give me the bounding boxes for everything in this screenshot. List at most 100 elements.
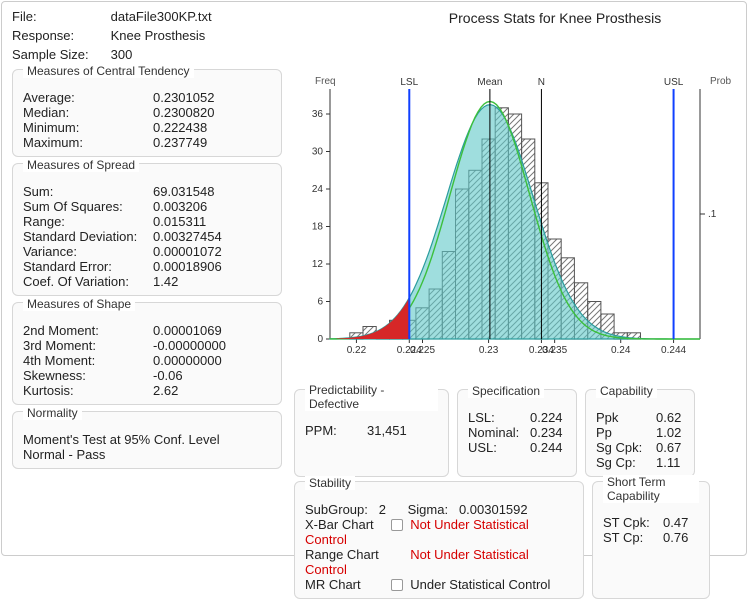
svg-text:6: 6 — [317, 296, 323, 307]
skew-label: Skewness: — [23, 368, 153, 383]
file-value: dataFile300KP.txt — [111, 9, 212, 24]
panel-title-stab: Stability — [305, 476, 355, 490]
svg-text:18: 18 — [312, 221, 324, 232]
svg-text:0.22: 0.22 — [347, 345, 367, 356]
usl-label: USL: — [468, 440, 530, 455]
sample-value: 300 — [111, 47, 133, 62]
m4-label: 4th Moment: — [23, 353, 153, 368]
svg-text:USL: USL — [664, 77, 684, 88]
normality-line1: Moment's Test at 95% Conf. Level — [23, 432, 271, 447]
panel-title-spec: Specification — [468, 384, 544, 398]
sigma-label: Sigma: — [408, 502, 448, 517]
median-label: Median: — [23, 105, 153, 120]
svg-text:0: 0 — [317, 334, 323, 345]
ppk-label: Ppk — [596, 410, 656, 425]
nom-label: Nominal: — [468, 425, 530, 440]
m2-value: 0.00001069 — [153, 323, 271, 338]
m2-label: 2nd Moment: — [23, 323, 153, 338]
max-value: 0.237749 — [153, 135, 271, 150]
panel-specification: Specification LSL:0.224 Nominal:0.234 US… — [457, 389, 577, 477]
kurt-value: 2.62 — [153, 383, 271, 398]
ppk-value: 0.62 — [656, 410, 684, 425]
axis-freq-label: Freq — [315, 76, 336, 87]
sumsq-label: Sum Of Squares: — [23, 199, 153, 214]
svg-text:0.225: 0.225 — [410, 345, 435, 356]
report-window: File: dataFile300KP.txt Response: Knee P… — [1, 1, 747, 556]
pp-value: 1.02 — [656, 425, 684, 440]
median-value: 0.2300820 — [153, 105, 271, 120]
xbar-checkbox[interactable] — [391, 519, 403, 531]
avg-value: 0.2301052 — [153, 90, 271, 105]
panel-central-tendency: Measures of Central Tendency Average:0.2… — [12, 69, 282, 157]
panel-title-stc: Short Term Capability — [603, 475, 699, 503]
panel-title-pred: Predictability - Defective — [305, 383, 438, 411]
m3-value: -0.00000000 — [153, 338, 271, 353]
var-label: Variance: — [23, 244, 153, 259]
panel-spread: Measures of Spread Sum:69.031548 Sum Of … — [12, 163, 282, 296]
response-value: Knee Prosthesis — [111, 28, 206, 43]
sgcpk-value: 0.67 — [656, 440, 684, 455]
sgcpk-label: Sg Cpk: — [596, 440, 656, 455]
skew-value: -0.06 — [153, 368, 271, 383]
stcp-label: ST Cp: — [603, 530, 663, 545]
panel-title-cap: Capability — [596, 384, 657, 398]
se-label: Standard Error: — [23, 259, 153, 274]
var-value: 0.00001072 — [153, 244, 271, 259]
stcpk-label: ST Cpk: — [603, 515, 663, 530]
svg-text:24: 24 — [312, 184, 324, 195]
nom-value: 0.234 — [530, 425, 566, 440]
panel-title-shape: Measures of Shape — [23, 297, 135, 311]
rangechart-label: Range Chart — [305, 547, 385, 562]
panel-title-normality: Normality — [23, 406, 82, 420]
m3-label: 3rd Moment: — [23, 338, 153, 353]
panel-stability: Stability SubGroup: 2 Sigma: 0.00301592 … — [294, 481, 584, 599]
sd-label: Standard Deviation: — [23, 229, 153, 244]
response-label: Response: — [12, 27, 107, 46]
se-value: 0.00018906 — [153, 259, 271, 274]
range-value: 0.015311 — [153, 214, 271, 229]
panel-title-central: Measures of Central Tendency — [23, 64, 194, 78]
pp-label: Pp — [596, 425, 656, 440]
svg-text:LSL: LSL — [400, 77, 418, 88]
sample-label: Sample Size: — [12, 46, 107, 65]
xbar-label: X-Bar Chart — [305, 517, 385, 532]
file-label: File: — [12, 8, 107, 27]
sigma-value: 0.00301592 — [459, 502, 528, 517]
svg-text:0.23: 0.23 — [479, 345, 499, 356]
histogram-chart: Freq Prob .1 061218243036 0.220.2240.225… — [294, 69, 736, 379]
svg-text:0.24: 0.24 — [611, 345, 631, 356]
ppm-label: PPM: — [305, 423, 367, 438]
mr-checkbox[interactable] — [391, 579, 403, 591]
svg-text:0.235: 0.235 — [542, 345, 567, 356]
cov-value: 1.42 — [153, 274, 271, 289]
usl-value: 0.244 — [530, 440, 566, 455]
ppm-value: 31,451 — [367, 423, 438, 438]
sum-label: Sum: — [23, 184, 153, 199]
cov-label: Coef. Of Variation: — [23, 274, 153, 289]
axis-prob-label: Prob — [710, 76, 732, 87]
mrchart-label: MR Chart — [305, 577, 385, 592]
lsl-value: 0.224 — [530, 410, 566, 425]
normality-line2: Normal - Pass — [23, 447, 271, 462]
max-label: Maximum: — [23, 135, 153, 150]
subgroup-value: 2 — [379, 502, 386, 517]
sd-value: 0.00327454 — [153, 229, 271, 244]
svg-text:N: N — [538, 77, 545, 88]
panel-predictability: Predictability - Defective PPM:31,451 — [294, 389, 449, 477]
range-label: Range: — [23, 214, 153, 229]
stcp-value: 0.76 — [663, 530, 699, 545]
sgcp-label: Sg Cp: — [596, 455, 656, 470]
panel-normality: Normality Moment's Test at 95% Conf. Lev… — [12, 411, 282, 469]
svg-text:30: 30 — [312, 146, 324, 157]
kurt-label: Kurtosis: — [23, 383, 153, 398]
right-tick: .1 — [708, 209, 717, 220]
histogram-svg: Freq Prob .1 061218243036 0.220.2240.225… — [294, 69, 736, 379]
m4-value: 0.00000000 — [153, 353, 271, 368]
sgcp-value: 1.11 — [656, 455, 684, 470]
svg-text:36: 36 — [312, 109, 324, 120]
svg-text:Mean: Mean — [477, 77, 502, 88]
svg-text:12: 12 — [312, 259, 324, 270]
panel-title-spread: Measures of Spread — [23, 158, 139, 172]
panel-shape: Measures of Shape 2nd Moment:0.00001069 … — [12, 302, 282, 405]
stcpk-value: 0.47 — [663, 515, 699, 530]
